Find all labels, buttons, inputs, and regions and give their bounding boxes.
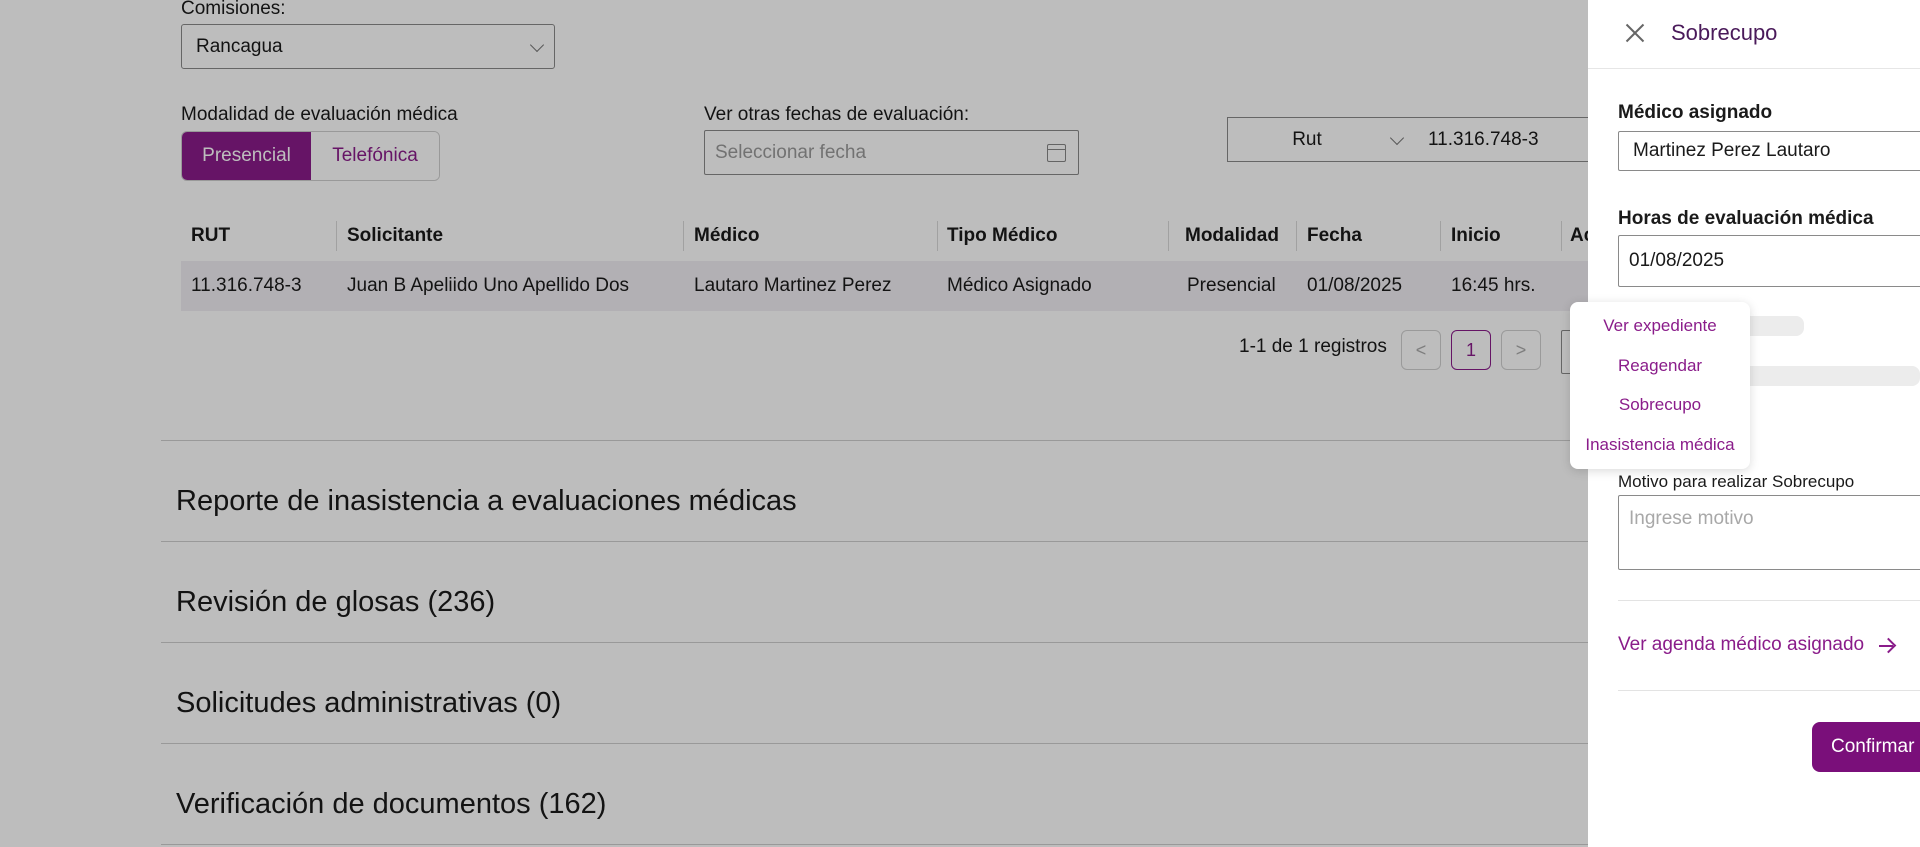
menu-item-sobrecupo[interactable]: Sobrecupo [1570,395,1750,415]
modal-overlay[interactable] [0,0,1588,847]
confirm-button[interactable]: Confirmar [1812,722,1920,772]
motivo-placeholder: Ingrese motivo [1629,508,1754,529]
menu-item-inasistencia-medica[interactable]: Inasistencia médica [1570,435,1750,455]
motivo-textarea[interactable]: Ingrese motivo [1618,495,1920,570]
motivo-label: Motivo para realizar Sobrecupo [1618,472,1855,491]
row-action-menu: Ver expediente Reagendar Sobrecupo Inasi… [1570,302,1750,469]
drawer-title: Sobrecupo [1671,20,1778,45]
drawer-divider [1618,600,1920,601]
close-icon[interactable] [1624,22,1646,44]
drawer-header: Sobrecupo [1588,0,1920,69]
arrow-right-icon [1879,645,1893,647]
ver-agenda-link[interactable]: Ver agenda médico asignado [1618,634,1864,656]
drawer-divider [1618,690,1920,691]
horas-evaluacion-value: 01/08/2025 [1629,250,1725,271]
horas-evaluacion-label: Horas de evaluación médica [1618,208,1874,229]
horas-evaluacion-field[interactable]: 01/08/2025 [1618,235,1920,287]
medico-asignado-value: Martinez Perez Lautaro [1633,140,1831,161]
menu-item-ver-expediente[interactable]: Ver expediente [1570,316,1750,336]
medico-asignado-label: Médico asignado [1618,102,1773,123]
medico-asignado-field[interactable]: Martinez Perez Lautaro [1618,131,1920,171]
menu-item-reagendar[interactable]: Reagendar [1570,356,1750,376]
